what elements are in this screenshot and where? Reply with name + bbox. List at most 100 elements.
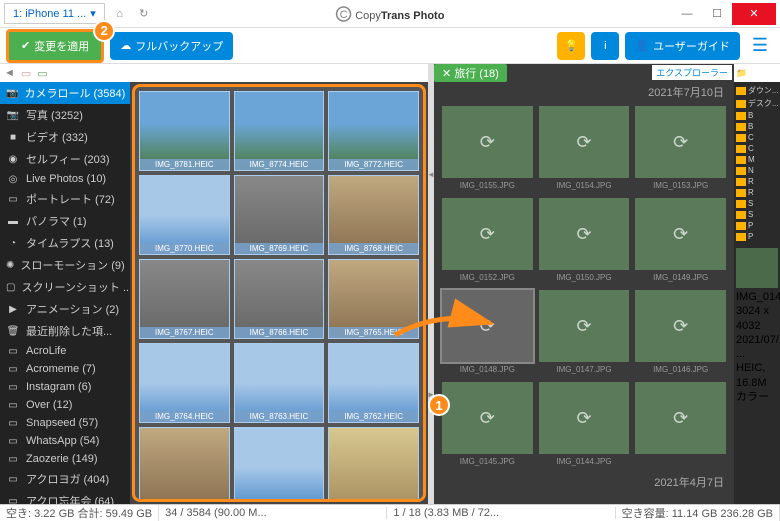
sidebar-item[interactable]: ▭Acromeme (7) [0, 360, 130, 378]
album-type-icon: ■ [6, 132, 20, 143]
sidebar-item[interactable]: ▭Instagram (6) [0, 378, 130, 396]
minimize-button[interactable]: — [672, 3, 702, 25]
folder-tree[interactable]: 📁 ダウン...デスク...BBCCMNRRSSPP IMG_0148.J 30… [734, 64, 780, 504]
tree-item[interactable]: S [736, 198, 778, 209]
photo-thumbnail[interactable]: IMG_8767.HEIC [139, 259, 230, 339]
album-type-icon: 📷 [6, 110, 20, 121]
center-toolbar [130, 64, 428, 82]
close-button[interactable]: ✕ [732, 3, 776, 25]
info-button[interactable]: i [591, 32, 619, 60]
tree-item[interactable]: N [736, 165, 778, 176]
folder-tab[interactable]: ✕ 旅行 (18) [434, 64, 507, 82]
thumbnail-label: IMG_8781.HEIC [140, 159, 229, 170]
photo-thumbnail[interactable] [328, 427, 419, 502]
sidebar-item[interactable]: 🗑最近削除した項... [0, 320, 130, 342]
photo-thumbnail[interactable]: IMG_8764.HEIC [139, 343, 230, 423]
pc-photo-thumbnail[interactable]: ⟳IMG_0148.JPG [442, 290, 533, 362]
thumbnail-label: IMG_0155.JPG [442, 181, 533, 190]
tree-item[interactable]: C [736, 143, 778, 154]
photo-thumbnail[interactable]: IMG_8762.HEIC [328, 343, 419, 423]
thumbnail-label: IMG_8764.HEIC [140, 411, 229, 422]
full-backup-button[interactable]: ☁ フルバックアップ [110, 32, 233, 60]
photo-thumbnail[interactable]: IMG_8769.HEIC [234, 175, 325, 255]
refresh-icon[interactable]: ↻ [135, 5, 153, 23]
tree-item[interactable]: デスク... [736, 97, 778, 110]
sidebar-item[interactable]: ◎Live Photos (10) [0, 170, 130, 188]
sidebar-item[interactable]: ▭ポートレート (72) [0, 188, 130, 210]
photo-thumbnail[interactable] [234, 427, 325, 502]
tree-item[interactable]: ダウン... [736, 84, 778, 97]
tree-item[interactable]: M [736, 154, 778, 165]
device-selector[interactable]: 1: iPhone 11 ... ▾ [4, 3, 105, 24]
sidebar-item[interactable]: ▭WhatsApp (54) [0, 432, 130, 450]
back-icon[interactable]: ◄ [4, 67, 15, 79]
hamburger-menu[interactable]: ☰ [746, 35, 774, 56]
apply-changes-button[interactable]: ✔ 変更を適用 2 [6, 29, 104, 63]
sidebar-item[interactable]: ◉セルフィー (203) [0, 148, 130, 170]
pc-photo-thumbnail[interactable]: ⟳IMG_0152.JPG [442, 198, 533, 270]
tree-item[interactable]: P [736, 220, 778, 231]
sync-icon: ⟳ [576, 408, 591, 429]
thumbnail-label: IMG_8774.HEIC [235, 159, 324, 170]
photo-thumbnail[interactable]: IMG_8763.HEIC [234, 343, 325, 423]
pc-photo-thumbnail[interactable]: ⟳IMG_0153.JPG [635, 106, 726, 178]
tree-item[interactable]: R [736, 176, 778, 187]
photo-thumbnail[interactable]: IMG_8781.HEIC [139, 91, 230, 171]
sync-icon: ⟳ [673, 224, 688, 245]
pc-photo-thumbnail[interactable]: ⟳IMG_0149.JPG [635, 198, 726, 270]
sidebar-item[interactable]: ▭Zaozerie (149) [0, 450, 130, 468]
pc-photo-thumbnail[interactable]: ⟳ [635, 382, 726, 454]
tree-item[interactable]: P [736, 231, 778, 242]
sync-icon: ⟳ [576, 224, 591, 245]
tree-item[interactable]: C [736, 132, 778, 143]
photo-thumbnail[interactable] [139, 427, 230, 502]
sidebar-item[interactable]: ◔タイムラプス (13) [0, 232, 130, 254]
add-album-icon[interactable]: ▭ [37, 67, 47, 80]
sidebar-item[interactable]: 📷カメラロール (3584) [0, 82, 130, 104]
album-type-icon: ▭ [6, 454, 20, 465]
pc-photo-thumbnail[interactable]: ⟳IMG_0145.JPG [442, 382, 533, 454]
maximize-button[interactable]: ☐ [702, 3, 732, 25]
status-device-space: 空き: 3.22 GB 合計: 59.49 GB [0, 505, 159, 521]
pc-photo-thumbnail[interactable]: ⟳IMG_0146.JPG [635, 290, 726, 362]
sidebar-item[interactable]: ✺スローモーション (9) [0, 254, 130, 276]
tip-button[interactable]: 💡 [557, 32, 585, 60]
pc-photo-thumbnail[interactable]: ⟳IMG_0147.JPG [539, 290, 630, 362]
photo-thumbnail[interactable]: IMG_8766.HEIC [234, 259, 325, 339]
sidebar-item[interactable]: ▬パノラマ (1) [0, 210, 130, 232]
tree-item[interactable]: S [736, 209, 778, 220]
album-icon[interactable]: ▭ [21, 67, 31, 80]
pc-photo-thumbnail[interactable]: ⟳IMG_0144.JPG [539, 382, 630, 454]
sidebar-item[interactable]: ▭AcroLife [0, 342, 130, 360]
thumbnail-label: IMG_8762.HEIC [329, 411, 418, 422]
photo-thumbnail[interactable]: IMG_8772.HEIC [328, 91, 419, 171]
album-type-icon: ▭ [6, 496, 20, 505]
folder-icon [736, 167, 746, 175]
sidebar-item[interactable]: ■ビデオ (332) [0, 126, 130, 148]
photo-thumbnail[interactable]: IMG_8770.HEIC [139, 175, 230, 255]
sidebar-item[interactable]: ▶アニメーション (2) [0, 298, 130, 320]
home-icon[interactable]: ⌂ [111, 5, 129, 23]
sidebar-item[interactable]: ▭Over (12) [0, 396, 130, 414]
folder-icon[interactable]: 📁 [736, 68, 747, 79]
sidebar-item[interactable]: ▢スクリーンショット ... [0, 276, 130, 298]
tree-item[interactable]: B [736, 121, 778, 132]
pc-photo-thumbnail[interactable]: ⟳IMG_0154.JPG [539, 106, 630, 178]
sidebar-item[interactable]: ▭Snapseed (57) [0, 414, 130, 432]
thumbnail-grid[interactable]: IMG_8781.HEICIMG_8774.HEICIMG_8772.HEICI… [132, 84, 426, 502]
tree-item[interactable]: R [736, 187, 778, 198]
folder-icon [736, 222, 746, 230]
user-guide-button[interactable]: 👤 ユーザーガイド [625, 32, 739, 60]
photo-thumbnail[interactable]: IMG_8765.HEIC [328, 259, 419, 339]
sidebar-item[interactable]: ▭アクロ忘年会 (64) [0, 490, 130, 504]
sidebar-item[interactable]: 📷写真 (3252) [0, 104, 130, 126]
photo-thumbnail[interactable]: IMG_8768.HEIC [328, 175, 419, 255]
photo-thumbnail[interactable]: IMG_8774.HEIC [234, 91, 325, 171]
pc-photo-thumbnail[interactable]: ⟳IMG_0150.JPG [539, 198, 630, 270]
tree-item[interactable]: B [736, 110, 778, 121]
pc-thumbnail-grid[interactable]: ⟳IMG_0155.JPG⟳IMG_0154.JPG⟳IMG_0153.JPG⟳… [434, 102, 734, 472]
pc-photo-thumbnail[interactable]: ⟳IMG_0155.JPG [442, 106, 533, 178]
explorer-label[interactable]: エクスプローラー [652, 65, 732, 80]
sync-icon: ⟳ [480, 224, 495, 245]
sidebar-item[interactable]: ▭アクロヨガ (404) [0, 468, 130, 490]
